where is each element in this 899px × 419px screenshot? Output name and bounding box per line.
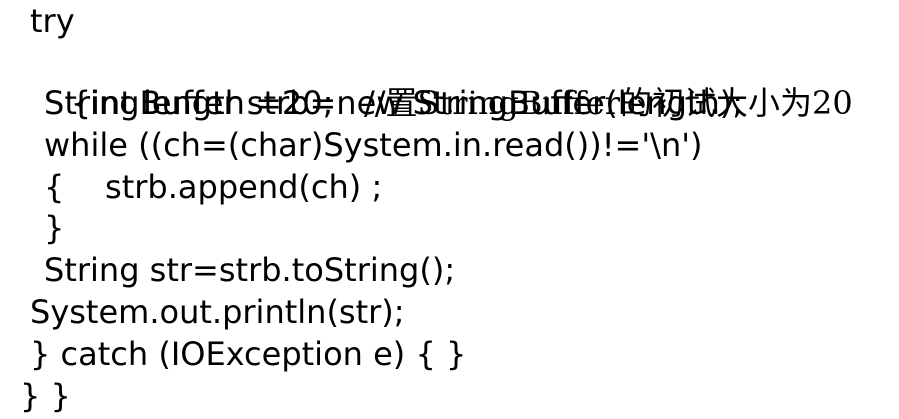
code-line-string-str: String str=strb.toString(); <box>44 251 456 289</box>
code-line-try: try <box>30 2 75 40</box>
code-snippet: try {int length =20; //置StringBuffer的初试大… <box>0 0 899 419</box>
code-line-close-brace: } <box>44 209 65 247</box>
code-line-while-read: while ((ch=(char)System.in.read())!='\n'… <box>44 126 703 164</box>
code-line-final-braces: } } <box>20 377 71 415</box>
code-line-stringbuffer: StringBuffer strb=new StringBuffer(lengt… <box>44 84 743 122</box>
code-line-println: System.out.println(str); <box>30 293 405 331</box>
code-line-append: { strb.append(ch) ; <box>44 168 383 206</box>
code-line-catch: } catch (IOException e) { } <box>30 335 467 373</box>
